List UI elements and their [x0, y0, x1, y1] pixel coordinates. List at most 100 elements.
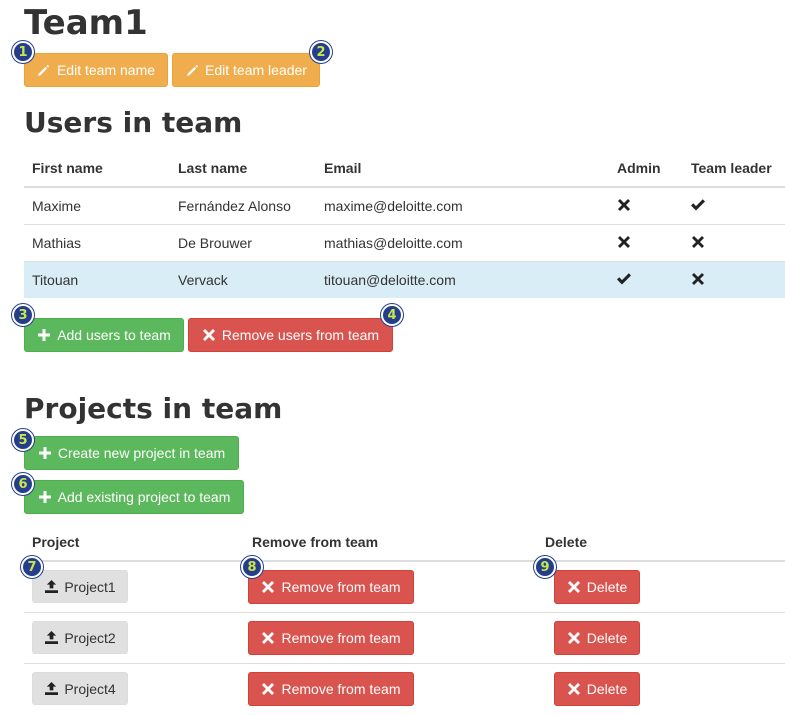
- cell-last-name: Fernández Alonso: [170, 186, 316, 225]
- cell-project: Project2: [24, 612, 244, 664]
- edit-team-leader-label: Edit team leader: [205, 62, 307, 78]
- remove-from-team-button[interactable]: Remove from team: [248, 621, 414, 655]
- cell-remove: Remove from team: [244, 663, 537, 714]
- project-button[interactable]: Project1: [32, 570, 128, 603]
- table-row[interactable]: Titouan Vervack titouan@deloitte.com: [24, 261, 785, 298]
- column-team-leader: Team leader: [683, 150, 785, 188]
- add-users-button[interactable]: Add users to team: [24, 318, 184, 352]
- table-row: Project4 Remove from team Delete: [24, 663, 785, 714]
- column-email: Email: [316, 150, 609, 188]
- plus-icon: [37, 328, 51, 342]
- upload-icon: [44, 682, 58, 696]
- cell-remove: Remove from team: [244, 612, 537, 664]
- delete-button[interactable]: Delete: [554, 621, 640, 655]
- remove-users-button[interactable]: Remove users from team: [188, 318, 393, 352]
- page-title: Team1: [24, 3, 148, 43]
- column-delete: Delete: [537, 524, 785, 562]
- remove-from-team-label: Remove from team: [281, 630, 401, 646]
- plus-icon: [38, 490, 52, 504]
- annotation-badge-6: 6: [12, 473, 34, 495]
- pencil-icon: [37, 63, 51, 77]
- cell-last-name: Vervack: [170, 261, 316, 298]
- cell-remove: Remove from team: [244, 560, 537, 613]
- cell-team-leader: [683, 186, 785, 225]
- delete-label: Delete: [586, 630, 628, 646]
- cross-icon: [691, 272, 705, 286]
- cell-first-name: Maxime: [24, 186, 170, 225]
- check-icon: [691, 198, 705, 212]
- cross-icon: [617, 198, 631, 212]
- cell-last-name: De Brouwer: [170, 224, 316, 262]
- annotation-badge-3: 3: [12, 304, 34, 326]
- cross-icon: [261, 631, 275, 645]
- remove-from-team-button[interactable]: Remove from team: [248, 570, 414, 604]
- table-row: Project2 Remove from team Delete: [24, 612, 785, 664]
- cell-email: maxime@deloitte.com: [316, 186, 609, 225]
- cell-first-name: Mathias: [24, 224, 170, 262]
- column-project: Project: [24, 524, 244, 562]
- delete-label: Delete: [586, 681, 628, 697]
- edit-team-name-button[interactable]: Edit team name: [24, 53, 168, 87]
- project-label: Project4: [64, 680, 116, 697]
- annotation-badge-7: 7: [21, 556, 43, 578]
- check-icon: [617, 272, 631, 286]
- cell-admin: [609, 186, 683, 225]
- remove-from-team-label: Remove from team: [281, 681, 401, 697]
- add-existing-project-button[interactable]: Add existing project to team: [24, 480, 244, 514]
- cross-icon: [567, 682, 581, 696]
- project-label: Project2: [64, 629, 116, 646]
- cell-admin: [609, 261, 683, 298]
- cell-delete: Delete: [537, 663, 785, 714]
- table-row[interactable]: Maxime Fernández Alonso maxime@deloitte.co…: [24, 186, 785, 225]
- cross-icon: [617, 235, 631, 249]
- annotation-badge-2: 2: [310, 41, 332, 63]
- edit-team-leader-button[interactable]: Edit team leader: [172, 53, 320, 87]
- column-admin: Admin: [609, 150, 683, 188]
- cell-project: Project4: [24, 663, 244, 714]
- cell-delete: Delete: [537, 560, 785, 613]
- project-button[interactable]: Project4: [32, 672, 128, 705]
- delete-button[interactable]: Delete: [554, 570, 640, 604]
- upload-icon: [44, 580, 58, 594]
- annotation-badge-4: 4: [381, 304, 403, 326]
- create-project-button[interactable]: Create new project in team: [24, 436, 239, 470]
- table-row[interactable]: Mathias De Brouwer mathias@deloitte.com: [24, 224, 785, 262]
- projects-table: Project Remove from team Delete Project1…: [24, 524, 785, 714]
- table-row: Project1 Remove from team Delete: [24, 560, 785, 613]
- add-existing-project-label: Add existing project to team: [57, 489, 231, 505]
- users-table-header: First name Last name Email Admin Team le…: [24, 150, 785, 188]
- project-label: Project1: [64, 578, 116, 595]
- project-button[interactable]: Project2: [32, 621, 128, 654]
- column-first-name: First name: [24, 150, 170, 188]
- cell-team-leader: [683, 224, 785, 262]
- plus-icon: [38, 446, 52, 460]
- cell-first-name: Titouan: [24, 261, 170, 298]
- column-last-name: Last name: [170, 150, 316, 188]
- cell-project: Project1: [24, 560, 244, 613]
- cell-admin: [609, 224, 683, 262]
- annotation-badge-1: 1: [12, 41, 34, 63]
- annotation-badge-5: 5: [12, 429, 34, 451]
- remove-from-team-button[interactable]: Remove from team: [248, 672, 414, 706]
- column-remove-from-team: Remove from team: [244, 524, 537, 562]
- cross-icon: [567, 631, 581, 645]
- cross-icon: [691, 235, 705, 249]
- delete-button[interactable]: Delete: [554, 672, 640, 706]
- cross-icon: [261, 682, 275, 696]
- delete-label: Delete: [586, 579, 628, 595]
- cell-email: titouan@deloitte.com: [316, 261, 609, 298]
- cell-delete: Delete: [537, 612, 785, 664]
- annotation-badge-8: 8: [241, 556, 263, 578]
- annotation-badge-9: 9: [534, 556, 556, 578]
- remove-users-label: Remove users from team: [221, 327, 380, 343]
- edit-team-name-label: Edit team name: [56, 62, 156, 78]
- projects-heading: Projects in team: [24, 392, 283, 425]
- create-project-label: Create new project in team: [57, 445, 226, 461]
- users-heading: Users in team: [24, 106, 243, 139]
- users-table: First name Last name Email Admin Team le…: [24, 150, 785, 298]
- remove-from-team-label: Remove from team: [281, 579, 401, 595]
- pencil-icon: [185, 63, 199, 77]
- cross-icon: [567, 580, 581, 594]
- cross-icon: [261, 580, 275, 594]
- cell-team-leader: [683, 261, 785, 298]
